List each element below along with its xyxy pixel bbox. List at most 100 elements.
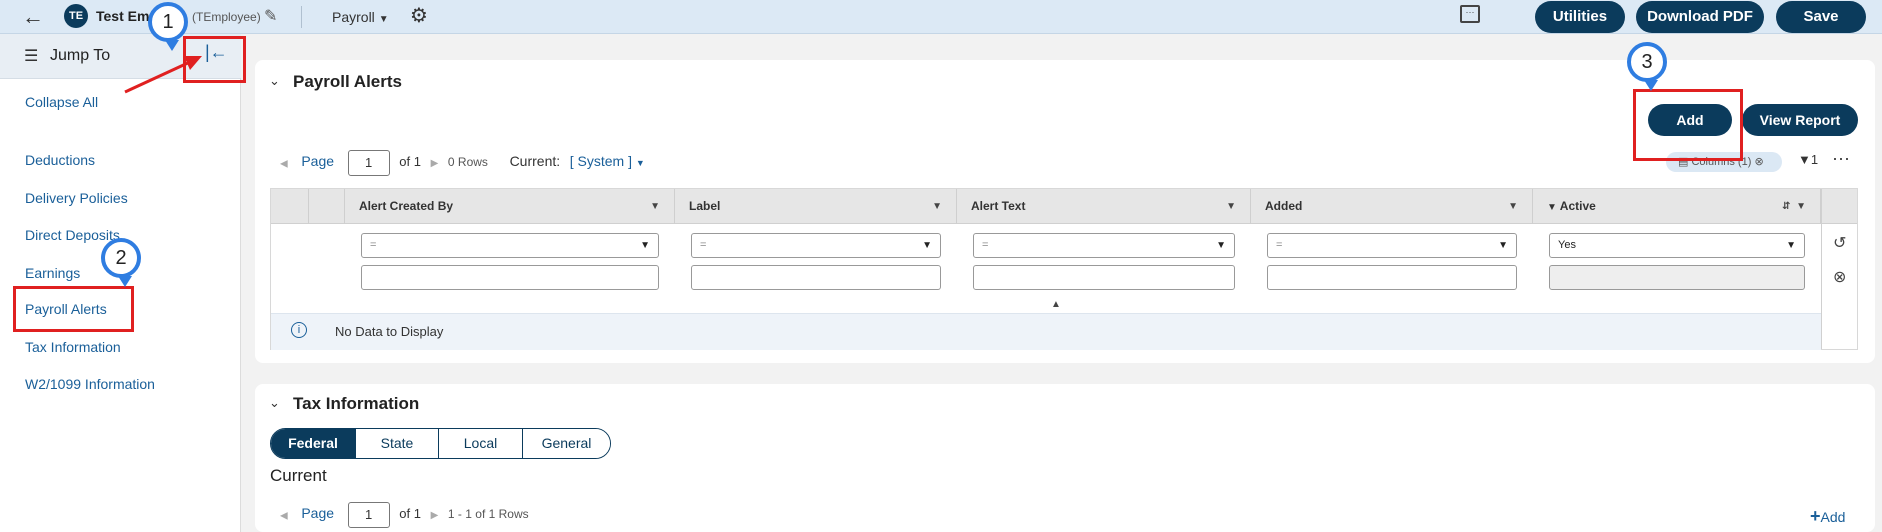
sidebar-item-deductions[interactable]: Deductions: [25, 152, 95, 168]
chevron-down-icon[interactable]: ▼: [1508, 189, 1518, 224]
select-column: [271, 189, 309, 224]
filter-operator-select[interactable]: = ▼: [973, 233, 1235, 258]
no-data-row: i No Data to Display: [271, 313, 1821, 350]
page-of: of 1: [399, 154, 421, 170]
sidebar-item-tax-information[interactable]: Tax Information: [25, 339, 121, 355]
page-label: Page: [301, 505, 335, 522]
next-page-icon[interactable]: ▶: [431, 510, 439, 521]
filter-operator-value: =: [370, 239, 377, 251]
row-count: 1 - 1 of 1 Rows: [447, 507, 529, 522]
save-button[interactable]: Save: [1776, 1, 1866, 33]
active-filter-value: Yes: [1558, 239, 1576, 251]
row-count: 0 Rows: [447, 155, 488, 170]
tab-general[interactable]: General: [522, 429, 610, 458]
plus-icon: +: [1810, 506, 1821, 526]
top-bar: ← TE Test Emp (TEmployee) ✎ Payroll ▼ ⚙ …: [0, 0, 1882, 34]
divider: [301, 6, 302, 28]
chevron-down-icon[interactable]: ▼: [932, 189, 942, 224]
current-view-value: [ System ]: [569, 153, 632, 170]
chevron-down-icon[interactable]: ⌄: [269, 395, 280, 411]
page-label: Page: [301, 153, 335, 170]
collapse-all-link[interactable]: Collapse All: [25, 94, 98, 110]
chat-icon[interactable]: ···: [1460, 5, 1480, 23]
column-header-label: Active: [1559, 199, 1596, 213]
gear-icon[interactable]: ⚙: [410, 3, 428, 28]
filter-operator-select[interactable]: = ▼: [691, 233, 941, 258]
page-input[interactable]: 1: [347, 502, 390, 528]
filter-input[interactable]: [973, 265, 1235, 290]
download-pdf-button[interactable]: Download PDF: [1636, 1, 1764, 33]
column-header-label: Added: [1265, 199, 1303, 213]
filter-input[interactable]: [1267, 265, 1517, 290]
chevron-down-icon: ▼: [1498, 240, 1508, 251]
chevron-down-icon: ▼: [378, 14, 389, 25]
filter-input[interactable]: [361, 265, 659, 290]
active-filter-select[interactable]: Yes ▼: [1549, 233, 1805, 258]
sidebar-item-earnings[interactable]: Earnings: [25, 265, 80, 281]
filter-operator-value: =: [1276, 239, 1283, 251]
tab-state[interactable]: State: [355, 429, 438, 458]
column-header-label: Alert Created By: [359, 199, 454, 213]
current-heading: Current: [270, 466, 327, 485]
current-label: Current:: [509, 153, 561, 170]
filter-icon: ▼: [1798, 152, 1811, 167]
chevron-down-icon[interactable]: ⌄: [269, 73, 280, 89]
close-icon[interactable]: ⊗: [1754, 156, 1763, 168]
column-header-alert-text[interactable]: Alert Text ▼: [957, 189, 1251, 224]
list-sort-icon: ☰: [24, 48, 39, 65]
more-options-icon[interactable]: ···: [1832, 148, 1850, 169]
sidebar-item-direct-deposits[interactable]: Direct Deposits: [25, 227, 120, 243]
back-arrow-icon[interactable]: ←: [22, 4, 44, 30]
page-input[interactable]: 1: [347, 150, 390, 176]
employee-code: (TEmployee): [192, 10, 261, 24]
column-header-label[interactable]: Label ▼: [675, 189, 957, 224]
column-header-active[interactable]: ▼ Active ⇵ ▼: [1533, 189, 1821, 224]
no-data-message: No Data to Display: [335, 324, 444, 339]
tab-federal[interactable]: Federal: [271, 429, 355, 458]
next-page-icon[interactable]: ▶: [431, 158, 439, 169]
filter-operator-value: =: [982, 239, 989, 251]
chevron-down-icon: ▼: [1786, 240, 1796, 251]
filter-indicator[interactable]: ▼1: [1798, 152, 1818, 167]
clear-filters-icon[interactable]: ⊗: [1833, 267, 1846, 287]
panel-title: Tax Information: [293, 394, 420, 413]
current-view-select[interactable]: [ System ] ▼: [570, 153, 645, 169]
sort-icon[interactable]: ⇵ ▼: [1782, 189, 1806, 224]
tab-local[interactable]: Local: [438, 429, 522, 458]
active-filter-input: [1549, 265, 1805, 290]
tax-add-link[interactable]: +Add: [1810, 506, 1845, 527]
annotation-marker-3: 3: [1627, 42, 1667, 91]
reset-icon[interactable]: ↺: [1833, 233, 1846, 253]
filter-input[interactable]: [691, 265, 941, 290]
expand-column: [309, 189, 345, 224]
annotation-marker-1: 1: [148, 2, 188, 51]
chevron-down-icon[interactable]: ▼: [650, 189, 660, 224]
panel-title: Payroll Alerts: [293, 72, 402, 91]
payroll-menu[interactable]: Payroll ▼: [332, 9, 389, 25]
filter-operator-select[interactable]: = ▼: [361, 233, 659, 258]
annotation-box-3: [1633, 89, 1743, 161]
annotation-arrow: [124, 56, 202, 94]
filter-operator-value: =: [700, 239, 707, 251]
resize-handle-icon[interactable]: ▲: [1051, 299, 1061, 310]
sidebar-item-w2-1099-information[interactable]: W2/1099 Information: [25, 376, 155, 392]
filter-operator-select[interactable]: = ▼: [1267, 233, 1517, 258]
jump-to-label: Jump To: [50, 47, 111, 64]
annotation-marker-2: 2: [101, 238, 141, 287]
sidebar-item-delivery-policies[interactable]: Delivery Policies: [25, 190, 128, 206]
prev-page-icon[interactable]: ◀: [280, 510, 288, 521]
tax-add-label: Add: [1820, 509, 1846, 525]
utilities-button[interactable]: Utilities: [1535, 1, 1625, 33]
tax-pager: ◀ Page 1 of 1 ▶ 1 - 1 of 1 Rows: [280, 502, 529, 528]
tax-tabs: Federal State Local General: [270, 428, 611, 459]
prev-page-icon[interactable]: ◀: [280, 158, 288, 169]
column-header-added[interactable]: Added ▼: [1251, 189, 1533, 224]
payroll-menu-label: Payroll: [332, 9, 375, 25]
edit-person-icon[interactable]: ✎: [264, 6, 277, 26]
filter-count: 1: [1810, 152, 1819, 167]
chevron-down-icon[interactable]: ▼: [1226, 189, 1236, 224]
column-header-alert-created-by[interactable]: Alert Created By ▼: [345, 189, 675, 224]
view-report-button[interactable]: View Report: [1742, 104, 1858, 136]
info-icon: i: [291, 322, 307, 338]
avatar: TE: [64, 4, 88, 28]
